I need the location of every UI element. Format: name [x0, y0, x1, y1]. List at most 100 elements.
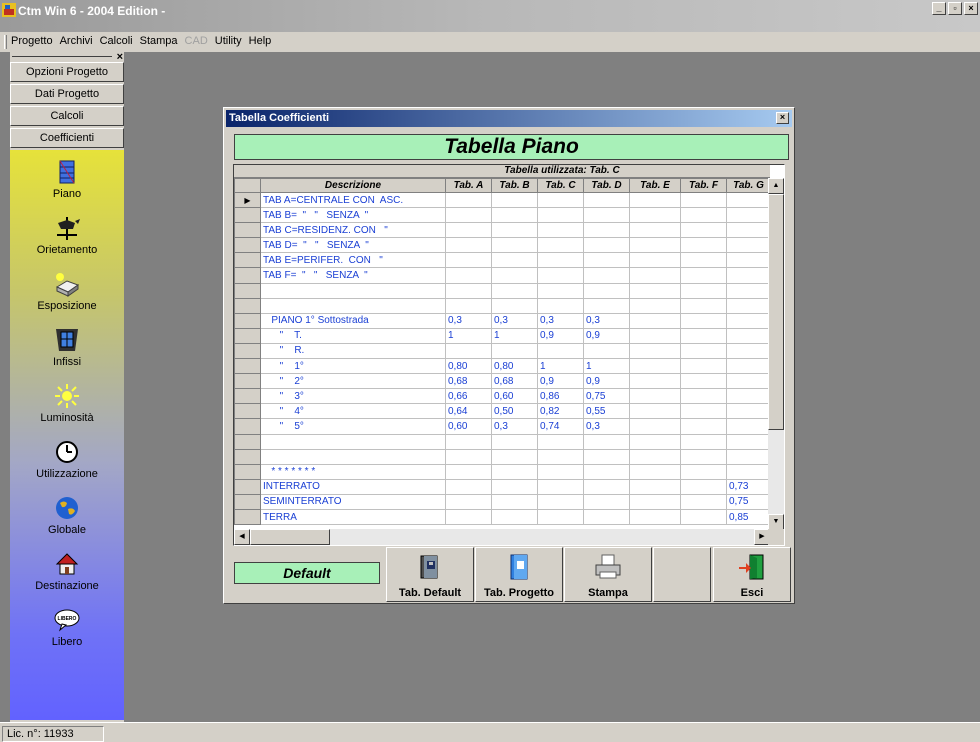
- table-row[interactable]: TAB F= " " SENZA ": [234, 267, 771, 284]
- cell-value[interactable]: [680, 297, 727, 314]
- cell-descrizione[interactable]: TERRA: [260, 508, 446, 526]
- cell-value[interactable]: [629, 312, 681, 329]
- row-selector[interactable]: [234, 433, 261, 450]
- cell-value[interactable]: [583, 282, 630, 299]
- cell-value[interactable]: [629, 222, 681, 239]
- tool-libero[interactable]: LIBERO Libero: [10, 606, 124, 648]
- cell-value[interactable]: [583, 448, 630, 465]
- col-header-tab-a[interactable]: Tab. A: [445, 178, 492, 193]
- menu-calcoli[interactable]: Calcoli: [100, 32, 139, 52]
- cell-value[interactable]: [537, 252, 584, 269]
- cell-value[interactable]: [726, 327, 771, 344]
- cell-value[interactable]: [680, 267, 727, 284]
- cell-value[interactable]: [726, 418, 771, 435]
- cell-value[interactable]: [537, 508, 584, 526]
- cell-value[interactable]: [583, 342, 630, 360]
- cell-value[interactable]: [583, 508, 630, 526]
- cell-value[interactable]: [583, 191, 630, 209]
- row-selector[interactable]: ▶: [234, 191, 261, 209]
- cell-value[interactable]: [583, 267, 630, 284]
- row-selector[interactable]: [234, 373, 261, 390]
- cell-value[interactable]: 1: [583, 358, 630, 375]
- cell-value[interactable]: [680, 252, 727, 269]
- cell-value[interactable]: 0,3: [445, 312, 492, 329]
- menu-help[interactable]: Help: [249, 32, 278, 52]
- cell-value[interactable]: 0,9: [583, 373, 630, 390]
- esci-button[interactable]: Esci: [713, 547, 791, 602]
- cell-value[interactable]: [445, 207, 492, 224]
- cell-value[interactable]: [629, 282, 681, 299]
- cell-value[interactable]: [491, 493, 538, 510]
- cell-descrizione[interactable]: INTERRATO: [260, 478, 446, 495]
- cell-value[interactable]: [680, 358, 727, 375]
- table-row[interactable]: TERRA 0,85: [234, 508, 771, 526]
- cell-value[interactable]: 1: [445, 327, 492, 344]
- cell-descrizione[interactable]: * * * * * * *: [260, 463, 446, 480]
- col-header-descrizione[interactable]: Descrizione: [260, 178, 446, 193]
- row-selector[interactable]: [234, 342, 261, 360]
- cell-value[interactable]: [726, 433, 771, 450]
- table-row[interactable]: ▶ TAB A=CENTRALE CON ASC.: [234, 191, 771, 209]
- table-row[interactable]: PIANO 1° Sottostrada 0,3 0,3 0,3 0,3: [234, 312, 771, 329]
- cell-value[interactable]: [629, 237, 681, 254]
- cell-value[interactable]: [629, 493, 681, 510]
- cell-descrizione[interactable]: [260, 282, 446, 299]
- cell-value[interactable]: [680, 448, 727, 465]
- cell-value[interactable]: [680, 508, 727, 526]
- cell-value[interactable]: [583, 463, 630, 480]
- col-header-tab-c[interactable]: Tab. C: [537, 178, 584, 193]
- cell-value[interactable]: [726, 373, 771, 390]
- vertical-scrollbar[interactable]: ▲ ▼: [768, 178, 784, 530]
- cell-value[interactable]: [680, 388, 727, 405]
- table-row[interactable]: INTERRATO 0,73: [234, 478, 771, 495]
- cell-value[interactable]: [726, 297, 771, 314]
- nav-calcoli[interactable]: Calcoli: [10, 106, 124, 126]
- cell-value[interactable]: [537, 191, 584, 209]
- col-header-tab-g[interactable]: Tab. G: [726, 178, 771, 193]
- cell-value[interactable]: [445, 342, 492, 360]
- tool-luminosita[interactable]: Luminosità: [10, 382, 124, 424]
- cell-value[interactable]: [629, 388, 681, 405]
- cell-value[interactable]: [583, 478, 630, 495]
- cell-value[interactable]: [680, 222, 727, 239]
- cell-value[interactable]: [491, 282, 538, 299]
- cell-value[interactable]: [680, 418, 727, 435]
- row-selector[interactable]: [234, 463, 261, 480]
- cell-value[interactable]: [629, 448, 681, 465]
- cell-value[interactable]: [445, 237, 492, 254]
- cell-value[interactable]: [629, 358, 681, 375]
- tool-globale[interactable]: Globale: [10, 494, 124, 536]
- cell-value[interactable]: [537, 282, 584, 299]
- cell-descrizione[interactable]: " R.: [260, 342, 446, 360]
- cell-value[interactable]: 1: [491, 327, 538, 344]
- cell-value[interactable]: [583, 237, 630, 254]
- row-selector[interactable]: [234, 327, 261, 344]
- cell-value[interactable]: [629, 342, 681, 360]
- cell-value[interactable]: [680, 403, 727, 420]
- row-selector[interactable]: [234, 493, 261, 510]
- cell-value[interactable]: [726, 403, 771, 420]
- cell-value[interactable]: [629, 191, 681, 209]
- cell-value[interactable]: 0,3: [583, 312, 630, 329]
- table-row[interactable]: [234, 297, 771, 314]
- cell-value[interactable]: [680, 237, 727, 254]
- col-header-tab-d[interactable]: Tab. D: [583, 178, 630, 193]
- cell-value[interactable]: [680, 327, 727, 344]
- cell-value[interactable]: [629, 478, 681, 495]
- cell-descrizione[interactable]: " 5°: [260, 418, 446, 435]
- table-row[interactable]: TAB B= " " SENZA ": [234, 207, 771, 224]
- stampa-button[interactable]: Stampa: [564, 547, 652, 602]
- cell-value[interactable]: [680, 493, 727, 510]
- cell-descrizione[interactable]: PIANO 1° Sottostrada: [260, 312, 446, 329]
- cell-value[interactable]: [491, 252, 538, 269]
- row-selector[interactable]: [234, 252, 261, 269]
- cell-descrizione[interactable]: [260, 433, 446, 450]
- table-row[interactable]: [234, 282, 771, 299]
- cell-value[interactable]: 0,75: [583, 388, 630, 405]
- row-selector[interactable]: [234, 478, 261, 495]
- nav-dati-progetto[interactable]: Dati Progetto: [10, 84, 124, 104]
- cell-value[interactable]: [445, 282, 492, 299]
- cell-value[interactable]: [726, 282, 771, 299]
- cell-value[interactable]: [537, 267, 584, 284]
- cell-value[interactable]: [629, 418, 681, 435]
